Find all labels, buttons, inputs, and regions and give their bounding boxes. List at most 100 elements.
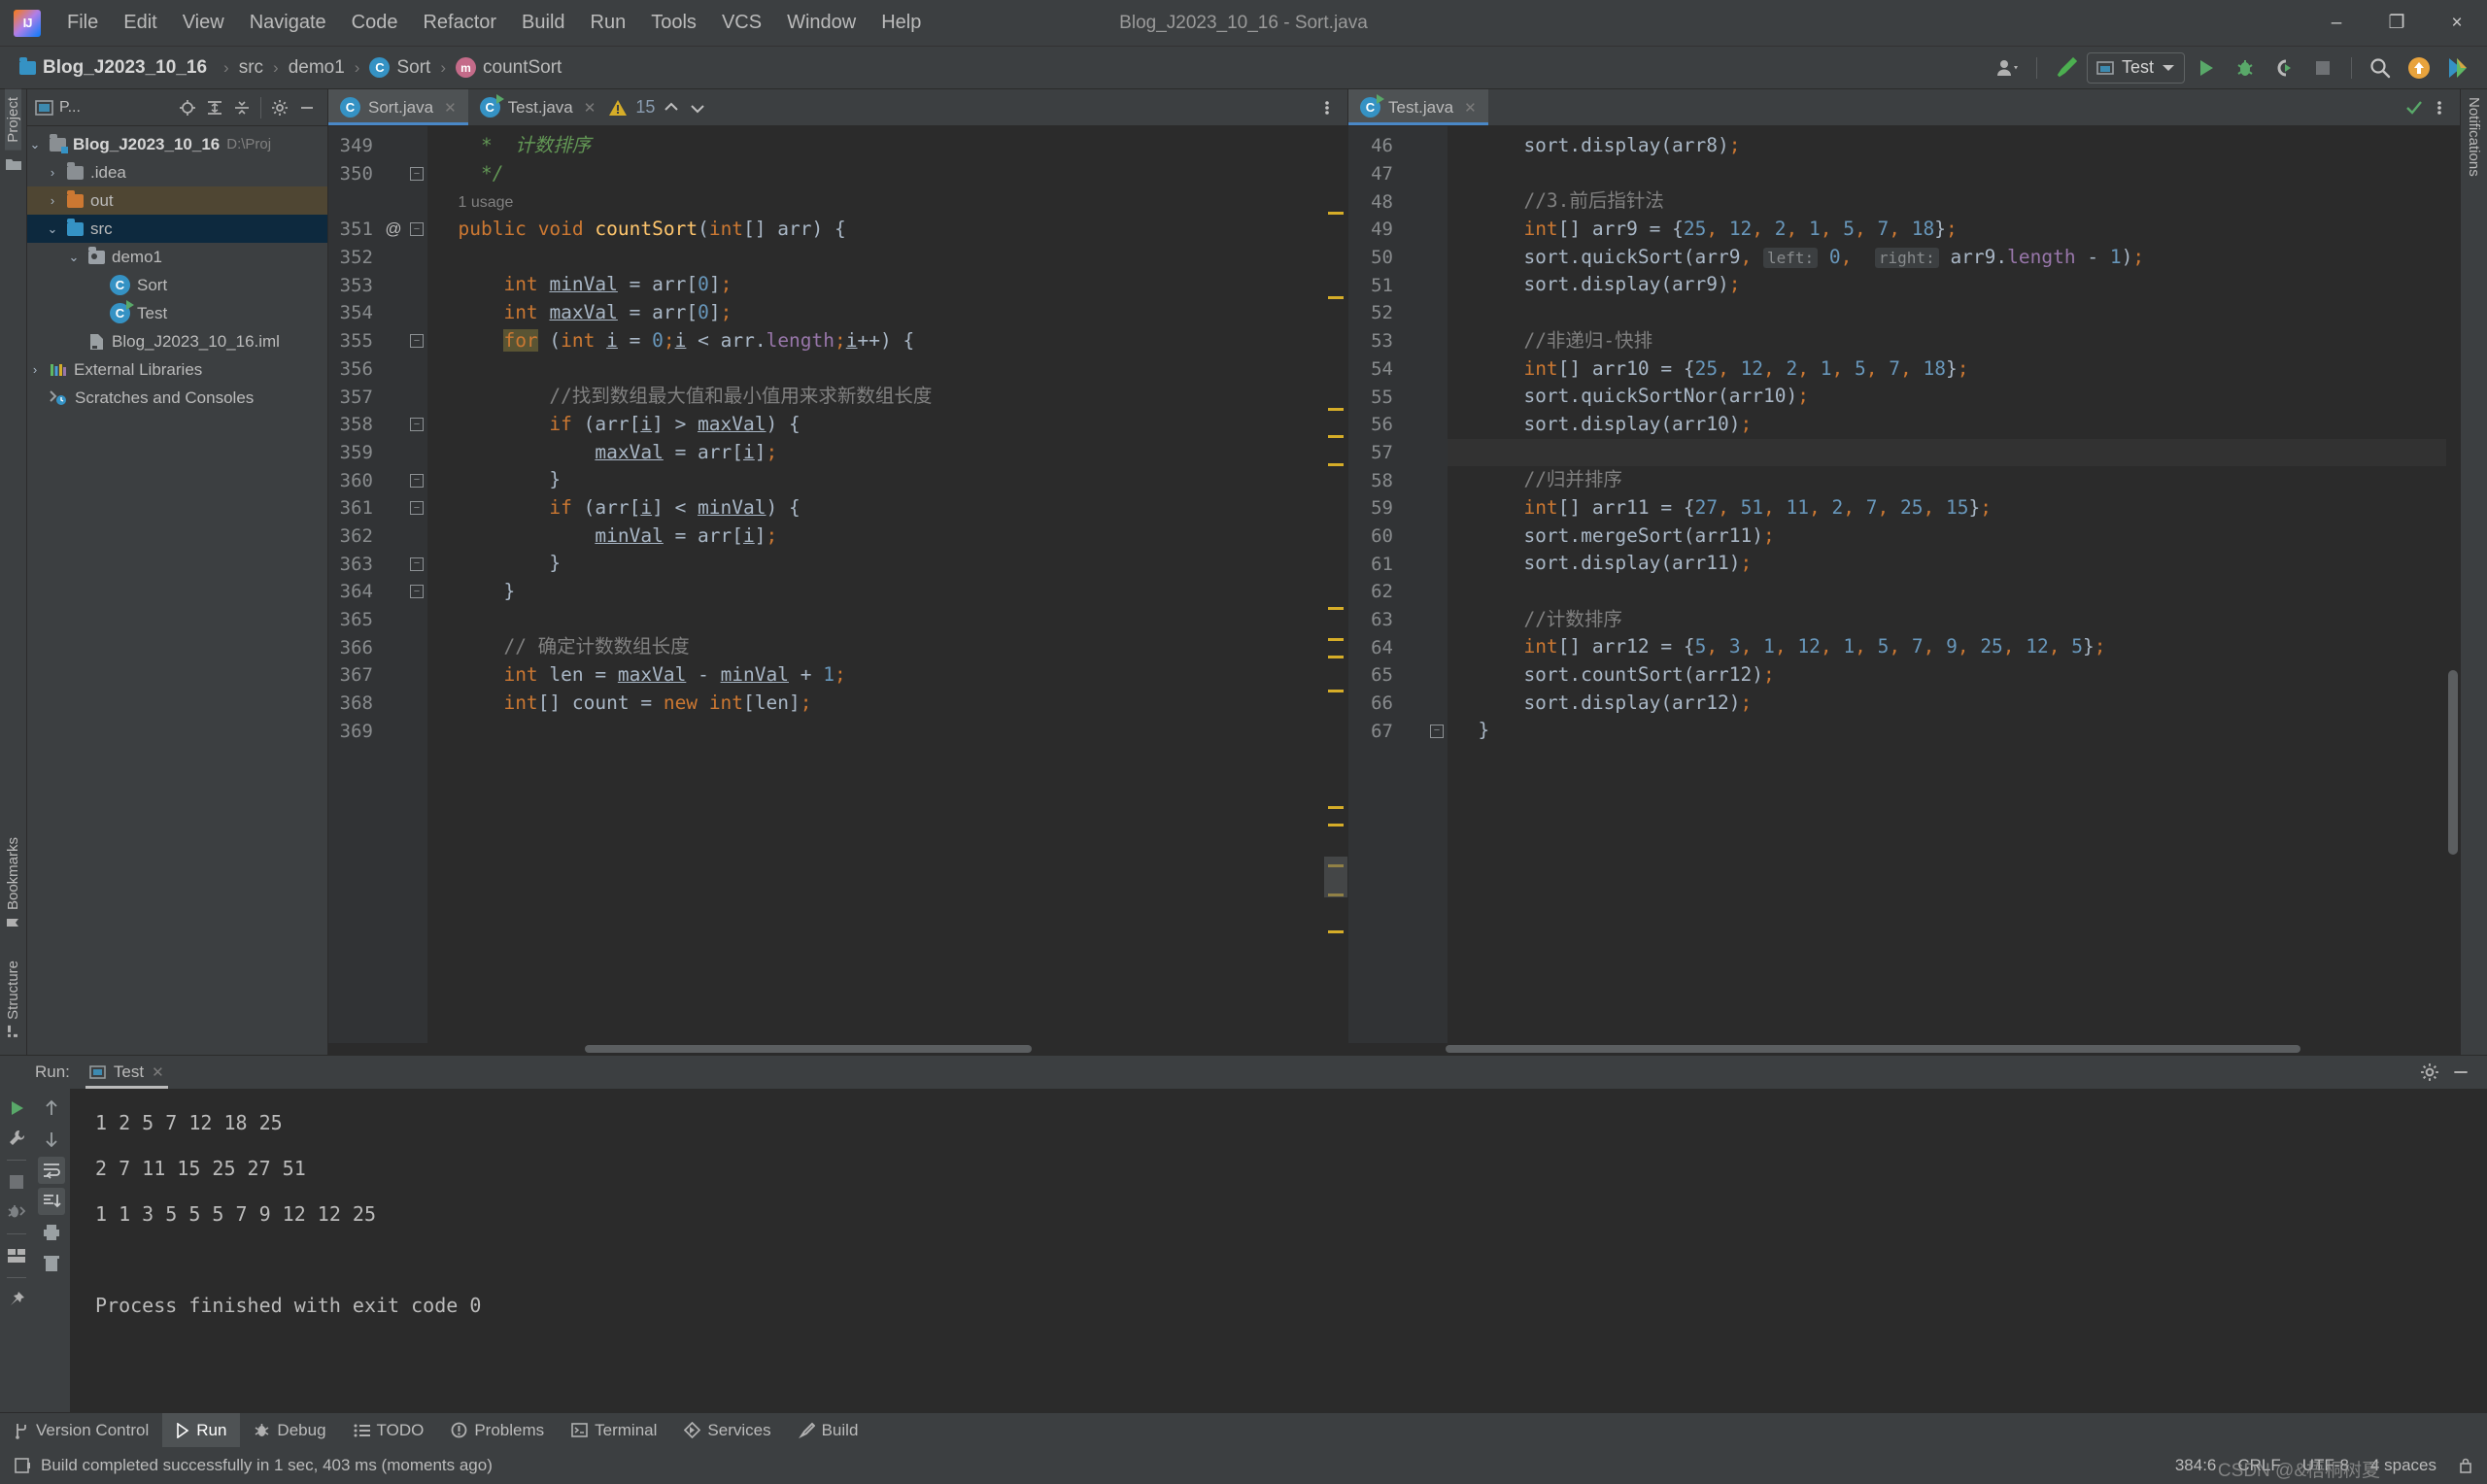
run-with-coverage-button[interactable] <box>2266 51 2301 84</box>
breadcrumb-item-demo1[interactable]: demo1 <box>283 55 351 81</box>
fold-marker-icon[interactable]: − <box>410 167 424 182</box>
tree-item-scratches[interactable]: Scratches and Consoles <box>27 384 327 412</box>
scroll-from-source-icon[interactable] <box>175 95 200 120</box>
code-line[interactable]: public void countSort(int[] arr) { <box>427 216 1324 244</box>
close-icon[interactable]: ✕ <box>584 99 596 117</box>
code-line[interactable]: //找到数组最大值和最小值用来求新数组长度 <box>427 383 1324 411</box>
fold-marker-icon[interactable]: − <box>410 473 424 488</box>
gear-icon[interactable] <box>267 95 292 120</box>
edit-configuration-button[interactable] <box>3 1125 30 1152</box>
tree-item-demo1[interactable]: ⌄ demo1 <box>27 243 327 271</box>
tab-test-java-right[interactable]: C Test.java ✕ <box>1348 89 1488 125</box>
layout-button[interactable] <box>3 1242 30 1269</box>
code-line[interactable]: // 确定计数数组长度 <box>427 633 1324 661</box>
fold-marker-icon[interactable]: − <box>410 334 424 349</box>
ide-settings-icon[interactable] <box>2440 51 2475 84</box>
update-project-icon[interactable] <box>2402 51 2436 84</box>
code-line[interactable]: } <box>427 550 1324 578</box>
close-icon[interactable]: ✕ <box>444 99 457 117</box>
tool-window-project[interactable]: Project <box>5 89 21 151</box>
close-icon[interactable]: ✕ <box>1464 99 1477 117</box>
soft-wrap-button[interactable] <box>38 1157 65 1184</box>
horizontal-scrollbar-left[interactable] <box>328 1043 1347 1055</box>
pin-tab-button[interactable] <box>3 1286 30 1313</box>
code-line[interactable]: */ <box>427 160 1324 188</box>
tab-test-java[interactable]: C Test.java ✕ <box>468 89 608 125</box>
code-line[interactable]: } <box>1448 717 2446 745</box>
code-line[interactable]: sort.display(arr12); <box>1448 690 2446 718</box>
chevron-down-icon[interactable]: ⌄ <box>27 137 43 152</box>
search-everywhere-icon[interactable] <box>2363 51 2398 84</box>
tool-button-build[interactable]: Build <box>785 1413 872 1447</box>
tool-window-bookmarks[interactable]: Bookmarks <box>5 829 21 937</box>
rerun-button[interactable] <box>3 1095 30 1122</box>
menu-code[interactable]: Code <box>339 8 411 38</box>
code-text-left[interactable]: * 计数排序 */ 1 usage public void countSort(… <box>427 126 1324 1043</box>
code-line[interactable]: sort.mergeSort(arr11); <box>1448 523 2446 551</box>
menu-view[interactable]: View <box>170 8 237 38</box>
error-stripe-left[interactable] <box>1324 126 1347 1043</box>
code-line[interactable] <box>427 244 1324 272</box>
tool-button-todo[interactable]: TODO <box>340 1413 438 1447</box>
code-line[interactable]: } <box>427 578 1324 606</box>
code-line[interactable]: sort.display(arr11); <box>1448 550 2446 578</box>
editor-gutter-left[interactable]: 349 350− 351 @ − 352 353 354 355− 356 357 … <box>328 126 427 1043</box>
code-line[interactable]: int[] arr11 = {27, 51, 11, 2, 7, 25, 15}… <box>1448 494 2446 523</box>
run-tab-test[interactable]: Test ✕ <box>80 1060 174 1089</box>
code-line[interactable] <box>1448 160 2446 188</box>
gear-icon[interactable] <box>2417 1060 2442 1085</box>
chevron-right-icon[interactable]: › <box>45 193 60 208</box>
code-line[interactable] <box>1448 438 2446 467</box>
fold-marker-icon[interactable]: − <box>410 222 424 237</box>
build-hammer-icon[interactable] <box>2048 51 2083 84</box>
stop-button[interactable] <box>3 1168 30 1196</box>
console-output[interactable]: 1 2 5 7 12 18 25 2 7 11 15 25 27 51 1 1 … <box>70 1089 2487 1412</box>
inspection-warning-indicator[interactable]: 15 <box>607 89 717 125</box>
tool-button-terminal[interactable]: Terminal <box>558 1413 670 1447</box>
code-line[interactable]: int len = maxVal - minVal + 1; <box>427 661 1324 690</box>
tree-item-src[interactable]: ⌄ src <box>27 215 327 243</box>
code-text-right[interactable]: sort.display(arr8); //3.前后指针法 int[] arr9… <box>1448 126 2446 1043</box>
code-line[interactable]: sort.display(arr9); <box>1448 271 2446 299</box>
code-line[interactable]: if (arr[i] > maxVal) { <box>427 411 1324 439</box>
chevron-right-icon[interactable]: › <box>27 362 43 377</box>
scroll-up-button[interactable] <box>38 1095 65 1122</box>
stop-button[interactable] <box>2305 51 2340 84</box>
fold-marker-icon[interactable]: − <box>410 501 424 516</box>
code-line[interactable]: sort.quickSort(arr9, left: 0, right: arr… <box>1448 244 2446 272</box>
inspection-ok-icon[interactable] <box>2402 95 2427 120</box>
breadcrumb-item-src[interactable]: src <box>233 55 269 81</box>
code-line[interactable]: 1 usage <box>427 187 1324 216</box>
code-line[interactable] <box>1448 299 2446 327</box>
menu-window[interactable]: Window <box>774 8 869 38</box>
tab-sort-java[interactable]: C Sort.java ✕ <box>328 89 468 125</box>
editor-gutter-right[interactable]: 46 47 48 49 50 51 52 53 54 55 56 57 58 59 60 61 62 63 64 65… <box>1348 126 1448 1043</box>
close-button[interactable]: × <box>2427 0 2487 47</box>
folder-icon[interactable] <box>5 156 22 172</box>
breadcrumb-item-project[interactable]: Blog_J2023_10_16 <box>14 55 220 81</box>
code-line[interactable]: } <box>427 466 1324 494</box>
code-line[interactable] <box>427 717 1324 745</box>
code-editor-right[interactable]: 46 47 48 49 50 51 52 53 54 55 56 57 58 59 60 61 62 63 64 65… <box>1348 126 2460 1043</box>
minimize-button[interactable]: – <box>2306 0 2367 47</box>
code-line[interactable]: for (int i = 0;i < arr.length;i++) { <box>427 327 1324 355</box>
tool-window-notifications[interactable]: Notifications <box>2466 89 2482 185</box>
hide-panel-icon[interactable] <box>2448 1060 2473 1085</box>
tree-item-out[interactable]: › out <box>27 186 327 215</box>
code-line[interactable]: minVal = arr[i]; <box>427 523 1324 551</box>
tool-button-problems[interactable]: Problems <box>437 1413 558 1447</box>
menu-tools[interactable]: Tools <box>638 8 709 38</box>
scroll-down-button[interactable] <box>38 1126 65 1153</box>
close-icon[interactable]: ✕ <box>152 1063 164 1081</box>
run-button[interactable] <box>2189 51 2224 84</box>
maximize-button[interactable]: ❐ <box>2367 0 2427 47</box>
lock-icon[interactable] <box>2458 1457 2473 1474</box>
more-options-icon[interactable] <box>1314 95 1340 120</box>
code-line[interactable]: //非递归-快排 <box>1448 327 2446 355</box>
tree-item-iml[interactable]: Blog_J2023_10_16.iml <box>27 327 327 355</box>
horizontal-scrollbar-right[interactable] <box>1348 1043 2460 1055</box>
code-line[interactable]: maxVal = arr[i]; <box>427 439 1324 467</box>
breadcrumb-item-sort[interactable]: C Sort <box>363 55 436 81</box>
code-line[interactable] <box>1448 578 2446 606</box>
code-line[interactable]: int minVal = arr[0]; <box>427 271 1324 299</box>
